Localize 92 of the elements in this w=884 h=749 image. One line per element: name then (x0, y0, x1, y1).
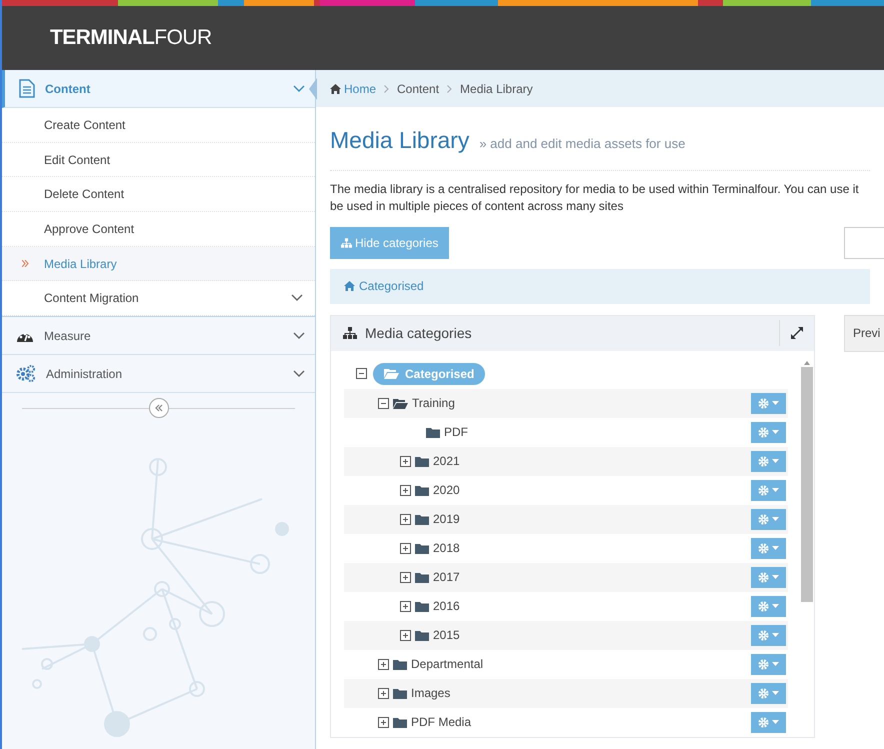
settings-dropdown-button[interactable] (751, 712, 786, 732)
settings-dropdown-button[interactable] (751, 422, 786, 442)
caret-icon (772, 575, 779, 579)
tree-row[interactable]: Training (344, 388, 788, 418)
tree-row[interactable]: 2021 (344, 446, 788, 476)
folder-icon (415, 484, 429, 496)
breadcrumb-link[interactable]: Media Library (460, 80, 533, 98)
gear-icon (758, 688, 769, 698)
expand-icon[interactable] (791, 327, 803, 339)
expand-icon[interactable] (378, 716, 389, 728)
settings-dropdown-button[interactable] (751, 596, 786, 616)
gear-icon (758, 398, 769, 408)
settings-dropdown-button[interactable] (751, 508, 786, 530)
sitemap-icon (343, 327, 357, 339)
page-title: Media Library (330, 126, 470, 155)
sidebar-item[interactable]: Delete Content (2, 177, 315, 212)
gear-icon (758, 630, 769, 640)
double-chevron-left-icon (154, 403, 164, 414)
sidebar-item[interactable]: Edit Content (2, 142, 315, 178)
preview-button[interactable]: Previ (844, 314, 884, 352)
gear-icon (758, 426, 769, 438)
tree-row[interactable]: 2019 (344, 504, 788, 534)
expand-icon[interactable] (400, 542, 411, 554)
sidebar-item[interactable]: Content Migration (2, 281, 315, 316)
gear-icon (758, 456, 769, 466)
caret-icon (772, 459, 779, 463)
expand-icon[interactable] (400, 572, 411, 582)
settings-dropdown-button[interactable] (751, 450, 786, 472)
folder-icon (415, 630, 429, 640)
breadcrumb-link[interactable]: Content (397, 80, 440, 98)
gear-icon (758, 484, 769, 496)
caret-icon (772, 546, 779, 550)
settings-dropdown-button[interactable] (751, 480, 786, 500)
scroll-up-arrow-icon[interactable] (803, 358, 811, 366)
sitemap-icon (341, 238, 352, 248)
tree-row[interactable]: 2017 (344, 562, 788, 592)
expand-icon[interactable] (400, 514, 411, 524)
gear-icon (758, 542, 769, 554)
settings-dropdown-button[interactable] (751, 392, 786, 414)
chevron-right-icon (384, 84, 390, 92)
home-icon (330, 84, 341, 94)
gear-icon (758, 514, 769, 524)
gear-icon (758, 658, 769, 670)
folder-icon (426, 426, 440, 438)
open-folder-icon (384, 368, 399, 379)
expand-icon[interactable] (400, 456, 411, 466)
folder-icon (393, 716, 407, 728)
caret-icon (772, 662, 779, 666)
home-icon (344, 281, 355, 291)
caret-icon (772, 691, 779, 695)
caret-icon (772, 430, 779, 434)
settings-dropdown-button[interactable] (751, 624, 786, 646)
chevron-right-icon (447, 84, 452, 92)
settings-dropdown-button[interactable] (751, 566, 786, 588)
caret-icon (772, 720, 779, 724)
document-icon (19, 79, 35, 98)
folder-icon (415, 514, 429, 524)
caret-icon (772, 401, 779, 405)
chevron-right-icon (22, 260, 29, 268)
gear-icon (758, 600, 769, 612)
caret-icon (772, 633, 779, 637)
tree-row[interactable]: Images (344, 678, 788, 708)
caret-icon (772, 604, 779, 608)
folder-icon (415, 542, 429, 554)
folder-icon (393, 688, 407, 698)
expand-icon[interactable] (400, 600, 411, 612)
gear-icon (758, 572, 769, 582)
collapse-icon[interactable] (378, 398, 389, 408)
gear-icon (758, 716, 769, 728)
expand-icon[interactable] (400, 484, 411, 496)
caret-icon (772, 517, 779, 521)
settings-dropdown-button[interactable] (751, 654, 786, 674)
folder-icon (415, 456, 429, 466)
gears-icon (16, 365, 36, 382)
folder-icon (393, 658, 407, 670)
tree-row[interactable]: 2015 (344, 620, 788, 650)
page-description: The media library is a centralised repository for media to be used within Terminalfour. You can use it be used in multiple pieces of content across many sites (330, 180, 860, 214)
settings-dropdown-button[interactable] (751, 538, 786, 558)
expand-icon[interactable] (400, 630, 411, 640)
collapse-sidebar-button[interactable] (148, 398, 168, 418)
open-folder-icon (393, 398, 408, 408)
page-subtitle: » add and edit media assets for use (479, 135, 686, 153)
sidebar-item[interactable]: Create Content (2, 108, 315, 143)
expand-icon[interactable] (378, 688, 389, 698)
settings-dropdown-button[interactable] (751, 682, 786, 704)
panel-title: Media categories (365, 324, 473, 343)
folder-icon (415, 572, 429, 582)
expand-icon[interactable] (378, 658, 389, 670)
folder-icon (415, 600, 429, 612)
logo[interactable]: TERMINALFOUR (50, 22, 212, 54)
caret-icon (772, 488, 779, 492)
collapse-icon[interactable] (356, 368, 367, 379)
